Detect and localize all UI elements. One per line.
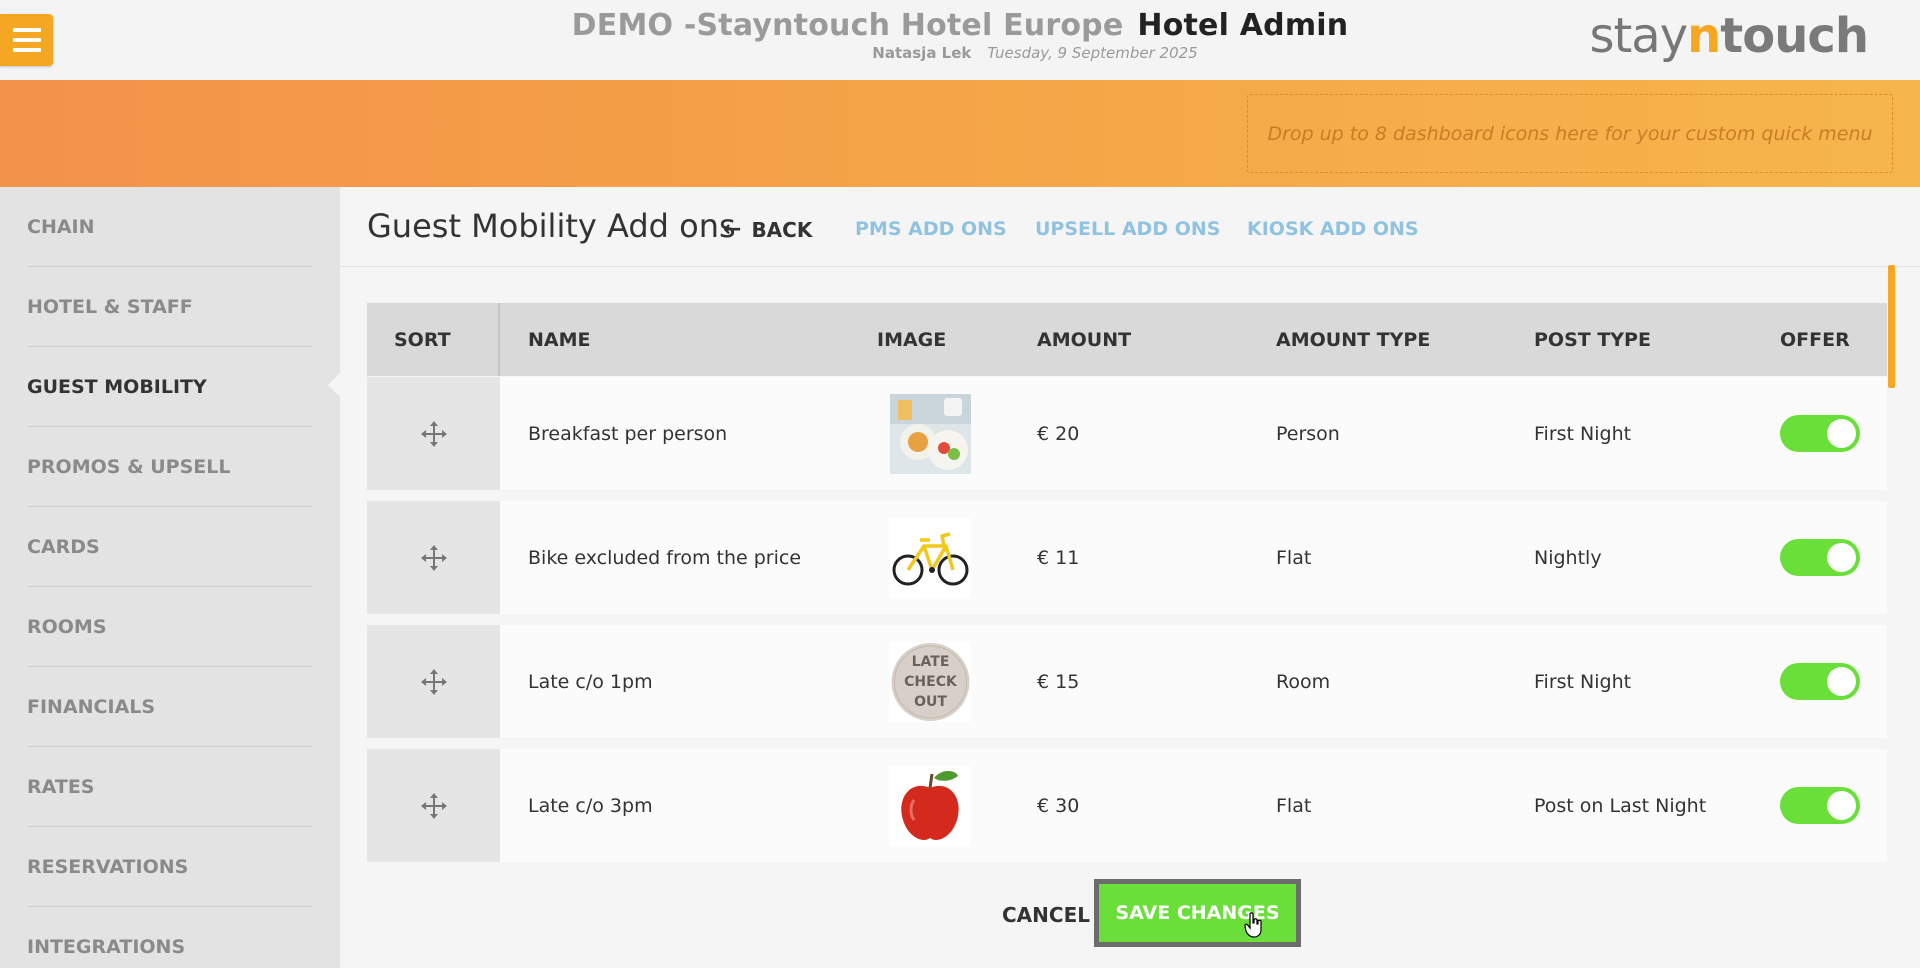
svg-text:OUT: OUT [914, 694, 947, 710]
offer-toggle[interactable] [1780, 415, 1860, 452]
breakfast-image [890, 394, 971, 474]
col-post-type: POST TYPE [1534, 328, 1651, 351]
page-title: Guest Mobility Add ons [367, 207, 736, 245]
sidebar-item-hotel-staff[interactable]: HOTEL & STAFF [27, 267, 313, 347]
sidebar-item-cards[interactable]: CARDS [27, 507, 313, 587]
sidebar-item-chain[interactable]: CHAIN [27, 187, 313, 267]
addon-amount: € 11 [1037, 546, 1080, 569]
tab-kiosk-add-ons[interactable]: KIOSK ADD ONS [1247, 218, 1419, 240]
sidebar-item-reservations[interactable]: RESERVATIONS [27, 827, 313, 907]
offer-toggle[interactable] [1780, 663, 1860, 700]
page-header: Guest Mobility Add ons ← BACK PMS ADD ON… [340, 187, 1920, 267]
col-name: NAME [528, 328, 591, 351]
addon-amount-type: Person [1276, 422, 1340, 445]
drag-handle[interactable] [367, 749, 500, 862]
addon-post-type: Post on Last Night [1534, 794, 1707, 817]
hotel-name: DEMO -Stayntouch Hotel Europe [571, 8, 1124, 43]
form-actions: CANCEL SAVE CHANGES [340, 879, 1920, 959]
svg-text:LATE: LATE [912, 654, 950, 670]
svg-text:CHECK: CHECK [904, 674, 958, 690]
drag-handle[interactable] [367, 377, 500, 490]
add-ons-table: SORT NAME IMAGE AMOUNT AMOUNT TYPE POST … [367, 303, 1887, 862]
quick-menu-bar: Drop up to 8 dashboard icons here for yo… [0, 80, 1920, 187]
addon-name: Late c/o 3pm [528, 794, 653, 817]
addon-post-type: First Night [1534, 422, 1632, 445]
addon-post-type: Nightly [1534, 546, 1602, 569]
offer-toggle[interactable] [1780, 539, 1860, 576]
sidebar-item-rooms[interactable]: ROOMS [27, 587, 313, 667]
offer-toggle[interactable] [1780, 787, 1860, 824]
addon-name: Late c/o 1pm [528, 670, 653, 693]
cancel-button[interactable]: CANCEL [1002, 903, 1090, 927]
user-name: Natasja Lek [872, 44, 972, 62]
active-indicator [328, 373, 340, 397]
addon-amount: € 30 [1037, 794, 1080, 817]
addon-post-type: First Night [1534, 670, 1632, 693]
col-amount-type: AMOUNT TYPE [1276, 328, 1431, 351]
tab-pms-add-ons[interactable]: PMS ADD ONS [855, 218, 1007, 240]
col-offer: OFFER [1780, 328, 1850, 351]
table-row[interactable]: Late c/o 1pm LATE CHECK OUT € 15 Room Fi… [367, 625, 1887, 738]
arrow-left-icon: ← [723, 217, 742, 242]
col-sort: SORT [367, 303, 500, 376]
bike-image [890, 518, 971, 598]
addon-name: Breakfast per person [528, 422, 728, 445]
quick-menu-dropzone[interactable]: Drop up to 8 dashboard icons here for yo… [1247, 94, 1893, 173]
addon-amount: € 20 [1037, 422, 1080, 445]
main-content: Guest Mobility Add ons ← BACK PMS ADD ON… [340, 187, 1920, 968]
table-row[interactable]: Breakfast per person € 20 Person First N… [367, 377, 1887, 490]
sidebar-item-guest-mobility[interactable]: GUEST MOBILITY [27, 347, 313, 427]
top-bar: DEMO -Stayntouch Hotel Europe Hotel Admin… [0, 0, 1920, 80]
drag-handle[interactable] [367, 501, 500, 614]
sidebar-item-rates[interactable]: RATES [27, 747, 313, 827]
apple-image [890, 766, 971, 846]
stayntouch-logo: stayntouch [1589, 8, 1869, 64]
business-date: Tuesday, 9 September 2025 [987, 44, 1198, 62]
scrollbar[interactable] [1888, 265, 1895, 388]
addon-amount: € 15 [1037, 670, 1080, 693]
addon-name: Bike excluded from the price [528, 546, 802, 569]
sidebar-item-integrations[interactable]: INTEGRATIONS [27, 907, 313, 968]
late-checkout-image: LATE CHECK OUT [890, 642, 971, 722]
move-icon [420, 668, 447, 695]
table-header: SORT NAME IMAGE AMOUNT AMOUNT TYPE POST … [367, 303, 1887, 376]
table-row[interactable]: Late c/o 3pm € 30 Flat Post on Last Nigh… [367, 749, 1887, 862]
addon-amount-type: Flat [1276, 546, 1312, 569]
col-image: IMAGE [877, 328, 947, 351]
move-icon [420, 544, 447, 571]
sidebar-item-financials[interactable]: FINANCIALS [27, 667, 313, 747]
col-amount: AMOUNT [1037, 328, 1132, 351]
drag-handle[interactable] [367, 625, 500, 738]
move-icon [420, 420, 447, 447]
table-row[interactable]: Bike excluded from the price € 11 Flat N… [367, 501, 1887, 614]
back-button[interactable]: ← BACK [723, 217, 812, 242]
move-icon [420, 792, 447, 819]
addon-amount-type: Room [1276, 670, 1331, 693]
sidebar-item-promos-upsell[interactable]: PROMOS & UPSELL [27, 427, 313, 507]
hand-cursor-icon [1244, 912, 1262, 938]
tab-upsell-add-ons[interactable]: UPSELL ADD ONS [1035, 218, 1220, 240]
sidebar: CHAIN HOTEL & STAFF GUEST MOBILITY PROMO… [0, 187, 340, 968]
addon-amount-type: Flat [1276, 794, 1312, 817]
save-changes-button[interactable]: SAVE CHANGES [1094, 879, 1301, 947]
app-name: Hotel Admin [1137, 8, 1349, 43]
